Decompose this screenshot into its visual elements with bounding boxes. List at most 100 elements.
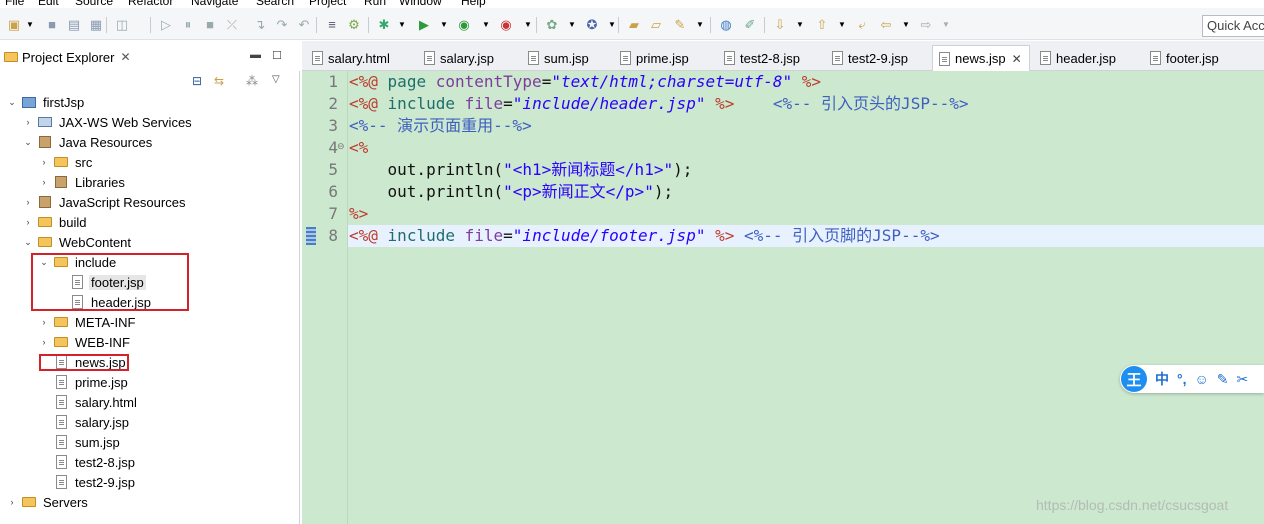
last-edit-icon[interactable]: ⤶ xyxy=(854,17,870,33)
server-icon[interactable]: ⚙ xyxy=(346,17,362,33)
disconnect-icon[interactable]: ⤫ xyxy=(224,17,240,33)
chevron-right-icon[interactable]: › xyxy=(38,317,50,327)
tab-salary-jsp[interactable]: salary.jsp xyxy=(418,45,494,71)
view-menu-icon[interactable]: ▽ xyxy=(272,74,280,85)
ime-pen-icon[interactable]: ✎ xyxy=(1217,371,1229,388)
menu-run[interactable]: Run xyxy=(364,0,386,8)
coverage-dropdown-icon[interactable]: ▼ xyxy=(478,17,494,33)
chevron-right-icon[interactable]: › xyxy=(22,117,34,127)
minimize-icon[interactable]: ▬ xyxy=(250,49,261,61)
ime-tools-icon[interactable]: ✂ xyxy=(1237,371,1249,388)
menu-navigate[interactable]: Navigate xyxy=(191,0,238,8)
browser-icon[interactable]: ◍ xyxy=(718,17,734,33)
tree-item-test2-8-jsp[interactable]: test2-8.jsp xyxy=(38,452,137,472)
save-all-icon[interactable]: ▤ xyxy=(66,17,82,33)
resume-icon[interactable]: ▷ xyxy=(158,17,174,33)
terminate-icon[interactable]: ■ xyxy=(202,17,218,33)
tab-news-jsp[interactable]: news.jsp ✕ xyxy=(932,45,1030,71)
chevron-right-icon[interactable]: › xyxy=(22,217,34,227)
menu-help[interactable]: Help xyxy=(461,0,486,8)
annotation-icon[interactable]: ✐ xyxy=(742,17,758,33)
external-tools-icon[interactable]: ◉ xyxy=(498,17,514,33)
filter-icon[interactable]: ⁂ xyxy=(246,74,258,88)
tab-sum-jsp[interactable]: sum.jsp xyxy=(522,45,589,71)
step-into-icon[interactable]: ↴ xyxy=(252,17,268,33)
step-return-icon[interactable]: ↶ xyxy=(296,17,312,33)
chevron-right-icon[interactable]: › xyxy=(38,337,50,347)
chevron-right-icon[interactable]: › xyxy=(38,177,50,187)
search-dropdown-icon[interactable]: ▼ xyxy=(692,17,708,33)
chevron-right-icon[interactable]: › xyxy=(38,157,50,167)
external-dropdown-icon[interactable]: ▼ xyxy=(520,17,536,33)
tree-item-build[interactable]: › build xyxy=(22,212,88,232)
step-over-icon[interactable]: ↷ xyxy=(274,17,290,33)
maximize-icon[interactable]: ☐ xyxy=(272,49,282,62)
menu-file[interactable]: File xyxy=(5,0,24,8)
tree-item-test2-9-jsp[interactable]: test2-9.jsp xyxy=(38,472,137,492)
tab-salary-html[interactable]: salary.html xyxy=(306,45,390,71)
tree-item-meta-inf[interactable]: › META-INF xyxy=(38,312,137,332)
new-server-icon[interactable]: ✿ xyxy=(544,17,560,33)
link-with-editor-icon[interactable]: ⇆ xyxy=(214,74,224,88)
quick-access-input[interactable]: Quick Access xyxy=(1202,15,1264,37)
tab-test2-9-jsp[interactable]: test2-9.jsp xyxy=(826,45,908,71)
back-icon[interactable]: ⇦ xyxy=(878,17,894,33)
collapse-all-icon[interactable]: ⊟ xyxy=(192,74,202,88)
tab-header-jsp[interactable]: header.jsp xyxy=(1034,45,1116,71)
chevron-right-icon[interactable]: › xyxy=(22,197,34,207)
dropdown-arrow-icon[interactable]: ▼ xyxy=(22,17,38,33)
ime-punctuation-icon[interactable]: °, xyxy=(1177,371,1187,387)
ime-toolbar[interactable]: 王 中 °, ☺ ✎ ✂ xyxy=(1120,365,1264,393)
tab-prime-jsp[interactable]: prime.jsp xyxy=(614,45,689,71)
forward-icon[interactable]: ⇨ xyxy=(918,17,934,33)
project-explorer-tab[interactable]: Project Explorer ✕ xyxy=(0,45,131,69)
tree-item-webcontent[interactable]: ⌄ WebContent xyxy=(22,232,133,252)
fold-collapse-icon[interactable]: ⊖ xyxy=(337,141,345,152)
tab-test2-8-jsp[interactable]: test2-8.jsp xyxy=(718,45,800,71)
print-icon[interactable]: ▦ xyxy=(88,17,104,33)
tree-item-javascript-resources[interactable]: › JavaScript Resources xyxy=(22,192,187,212)
tree-item-sum-jsp[interactable]: sum.jsp xyxy=(38,432,122,452)
next-annotation-icon[interactable]: ⇩ xyxy=(772,17,788,33)
tree-item-libraries[interactable]: › Libraries xyxy=(38,172,127,192)
next-annotation-dropdown-icon[interactable]: ▼ xyxy=(792,17,808,33)
tree-item-src[interactable]: › src xyxy=(38,152,94,172)
menu-project[interactable]: Project xyxy=(309,0,346,8)
run-dropdown-icon[interactable]: ▼ xyxy=(436,17,452,33)
tree-item-web-inf[interactable]: › WEB-INF xyxy=(38,332,132,352)
debug-dropdown-icon[interactable]: ▼ xyxy=(394,17,410,33)
new-class-icon[interactable]: ✪ xyxy=(584,17,600,33)
forward-dropdown-icon[interactable]: ▼ xyxy=(938,17,954,33)
new-server-dropdown-icon[interactable]: ▼ xyxy=(564,17,580,33)
coverage-icon[interactable]: ◉ xyxy=(456,17,472,33)
use-step-filters-icon[interactable]: ≡ xyxy=(324,17,340,33)
menu-search[interactable]: Search xyxy=(256,0,294,8)
close-icon[interactable]: ✕ xyxy=(120,50,130,64)
tree-item-firstjsp[interactable]: ⌄ firstJsp xyxy=(6,92,86,112)
menu-refactor[interactable]: Refactor xyxy=(128,0,173,8)
code-editor[interactable]: 1 2 3 4 ⊖ 5 6 7 8 <%@ page contentType="… xyxy=(302,71,1264,524)
tree-item-jax-ws[interactable]: › JAX-WS Web Services xyxy=(22,112,194,132)
ime-emoji-icon[interactable]: ☺ xyxy=(1195,371,1209,387)
run-icon[interactable]: ▶ xyxy=(416,17,432,33)
chevron-down-icon[interactable]: ⌄ xyxy=(22,137,34,148)
ime-mode-toggle[interactable]: 中 xyxy=(1155,369,1169,389)
tree-item-java-resources[interactable]: ⌄ Java Resources xyxy=(22,132,154,152)
back-dropdown-icon[interactable]: ▼ xyxy=(898,17,914,33)
open-type-icon[interactable]: ▰ xyxy=(626,17,642,33)
tab-footer-jsp[interactable]: footer.jsp xyxy=(1144,45,1219,71)
ime-logo-icon[interactable]: 王 xyxy=(1121,366,1147,392)
open-resource-icon[interactable]: ▱ xyxy=(648,17,664,33)
skip-breakpoints-icon[interactable]: ◫ xyxy=(114,17,130,33)
menu-window[interactable]: Window xyxy=(399,0,442,8)
previous-annotation-icon[interactable]: ⇧ xyxy=(814,17,830,33)
menu-source[interactable]: Source xyxy=(75,0,113,8)
chevron-down-icon[interactable]: ⌄ xyxy=(22,237,34,248)
tree-item-prime-jsp[interactable]: prime.jsp xyxy=(38,372,130,392)
tree-item-servers[interactable]: › Servers xyxy=(6,492,90,512)
tree-item-salary-jsp[interactable]: salary.jsp xyxy=(38,412,131,432)
suspend-icon[interactable]: ⏸ xyxy=(180,17,196,33)
debug-icon[interactable]: ✱ xyxy=(376,17,392,33)
new-icon[interactable]: ▣ xyxy=(6,17,22,33)
chevron-down-icon[interactable]: ⌄ xyxy=(6,97,18,108)
